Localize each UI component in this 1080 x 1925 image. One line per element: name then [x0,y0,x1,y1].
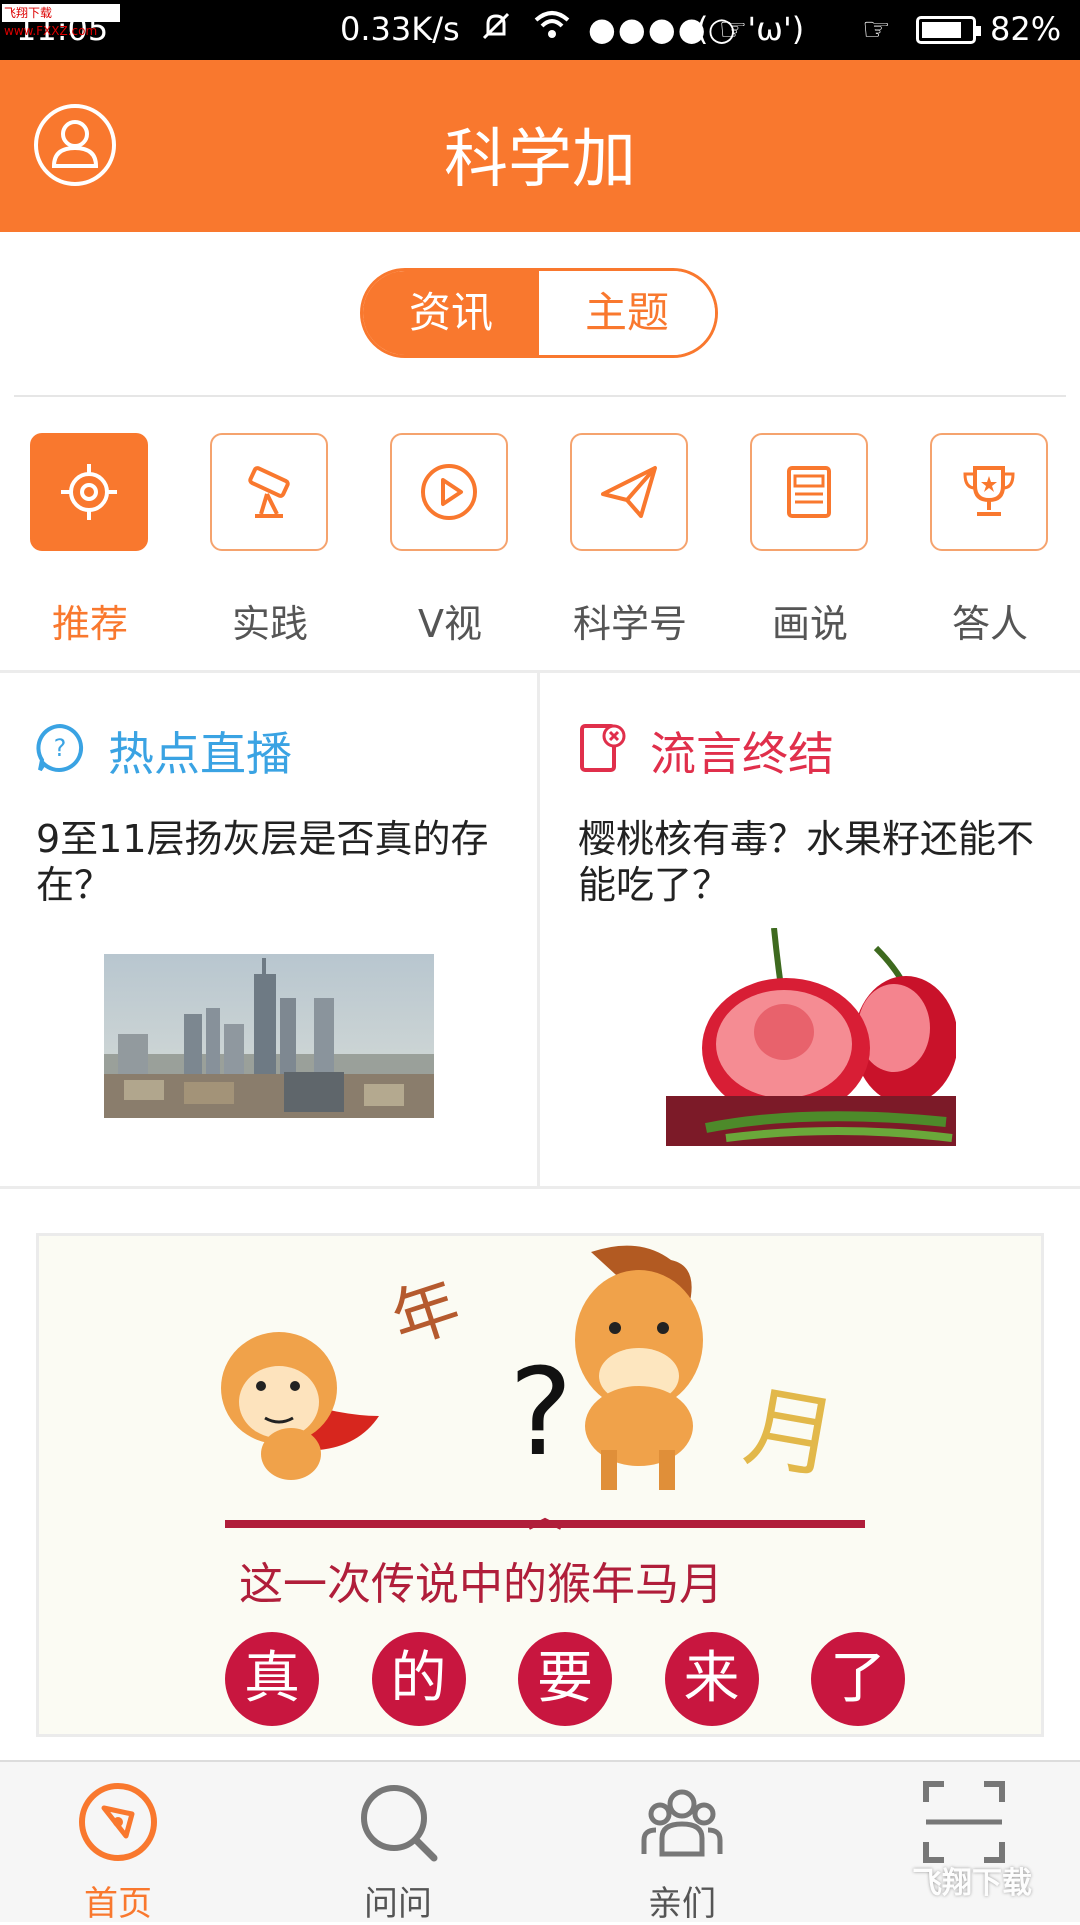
card-heading: 流言终结 [650,727,834,781]
wifi-icon [532,6,572,50]
card-title: 9至11层扬灰层是否真的存在？ [36,817,489,907]
category-experts[interactable]: 答人 [930,433,1050,646]
category-label: 画说 [771,602,848,646]
hand-icon: ☞ [862,10,891,48]
category-recommend[interactable]: 推荐 [30,433,150,646]
search-icon [361,1785,438,1862]
tab-home[interactable]: 首页 [38,1780,198,1925]
divider [14,395,1066,397]
newspaper-icon [750,433,868,551]
banner-subtitle: 这一次传说中的猴年马月 [239,1559,723,1610]
banner-circle-char: 的 [371,1632,466,1726]
battery-icon [916,16,981,44]
download-watermark: 飞翔下载 [912,1866,1032,1901]
app-title: 科学加 [444,123,636,197]
tab-ask[interactable]: 问问 [318,1780,478,1925]
divider [537,672,540,1188]
app-header: 科学加 [0,60,1080,232]
banner-circles: 真 的 要 来 了 [225,1632,905,1726]
category-label: V视 [418,602,482,646]
tab-label: 首页 [84,1884,152,1924]
category-science-account[interactable]: 科学号 [570,433,690,646]
rumor-phone-icon [576,722,628,778]
people-icon [641,1789,723,1857]
watermark: 飞翔下载 www.FXXZ.com [2,4,120,38]
category-video[interactable]: V视 [390,433,510,646]
category-label: 答人 [951,602,1028,646]
compass-icon [79,1783,157,1861]
banner-circle-char: 真 [225,1632,319,1726]
promo-banner[interactable]: 年 ? 月 这一次传说中的猴年马月 真 的 要 来 了 [36,1233,1044,1737]
banner-circle-char: 要 [518,1632,612,1726]
banner-circle-char: 了 [811,1632,905,1726]
tab-label: 问问 [364,1884,432,1924]
tab-topics[interactable]: 主题 [539,271,715,355]
play-icon [390,433,508,551]
category-label: 科学号 [572,602,687,646]
tab-scan[interactable] [884,1780,1044,1868]
telescope-icon [210,433,328,551]
banner-circle-char: 来 [664,1632,759,1726]
mute-icon [478,8,514,52]
tab-friends[interactable]: 亲们 [602,1780,762,1925]
card-heading: 热点直播 [108,727,292,781]
segment-control: 资讯 主题 [360,268,718,358]
paper-plane-icon [570,433,688,551]
svg-text:?: ? [54,734,67,762]
city-skyline-image [104,954,434,1118]
category-practice[interactable]: 实践 [210,433,330,646]
battery-percent: 82% [990,10,1062,48]
kaomoji: ( ☞'ω') [696,10,805,48]
tab-label: 亲们 [648,1884,716,1924]
divider [0,670,1080,673]
banner-question-mark: ? [509,1344,573,1483]
status-bar: 11:05 0.33K/s ●●●●○ ( ☞'ω') ☞ 82% 飞翔下载 w… [0,0,1080,60]
scan-icon [923,1781,1005,1863]
network-speed: 0.33K/s [340,10,460,48]
card-title: 樱桃核有毒？水果籽还能不能吃了？ [578,817,1035,907]
category-comics[interactable]: 画说 [750,433,870,646]
tab-news[interactable]: 资讯 [363,271,539,355]
trophy-icon [930,433,1048,551]
divider [0,1186,1080,1189]
cherries-image [666,928,956,1146]
category-label: 实践 [231,602,308,646]
target-icon [30,433,148,551]
category-label: 推荐 [51,602,128,646]
question-bubble-icon: ? [34,722,86,778]
